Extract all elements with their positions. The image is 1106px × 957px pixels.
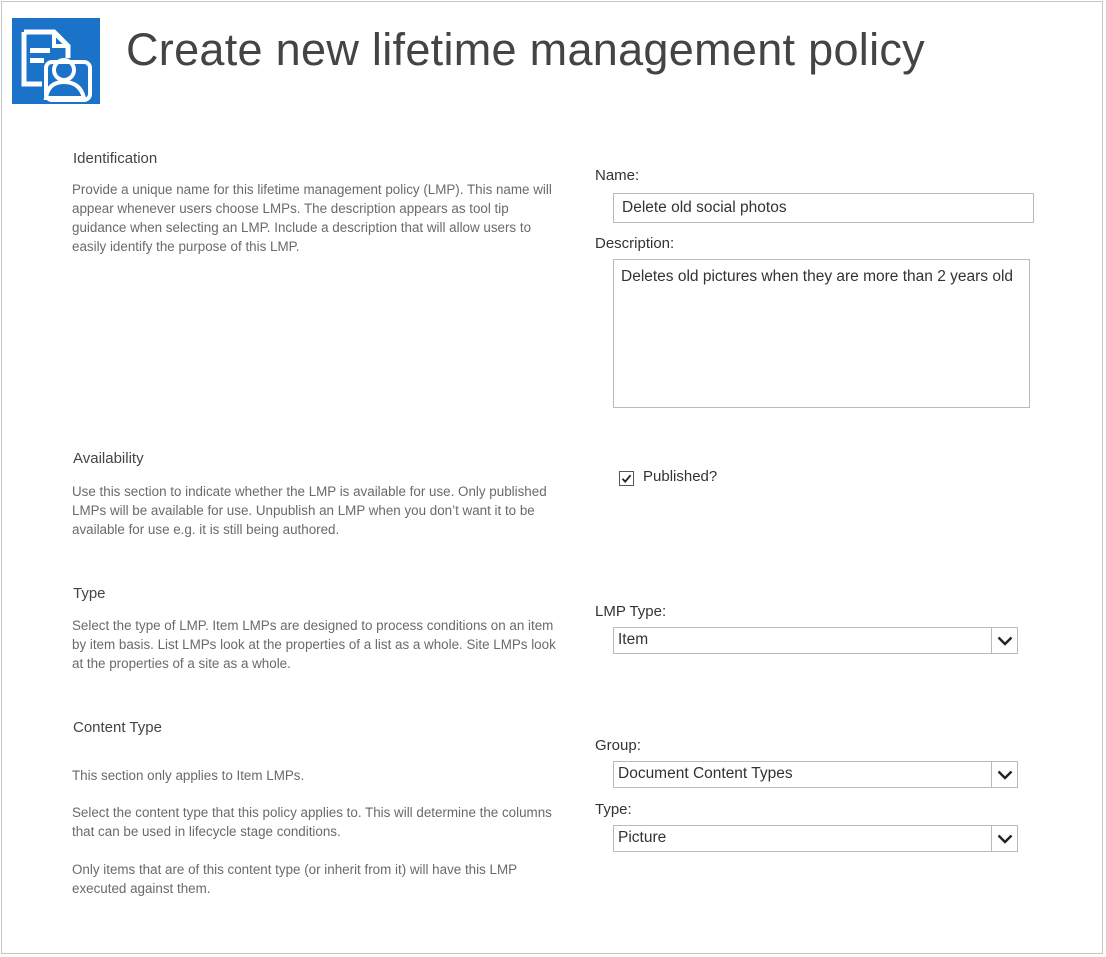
description-textarea[interactable]: Deletes old pictures when they are more … <box>613 259 1030 408</box>
content-type-section-title: Content Type <box>73 719 162 736</box>
group-select[interactable]: Document Content Types <box>613 761 1018 788</box>
page-title: Create new lifetime management policy <box>126 24 925 75</box>
description-label: Description: <box>595 235 675 252</box>
identification-section-title: Identification <box>73 150 158 167</box>
name-input[interactable]: Delete old social photos <box>613 193 1034 223</box>
content-type-desc-2: Select the content type that this policy… <box>72 805 552 839</box>
availability-section-title: Availability <box>73 450 144 467</box>
group-value: Document Content Types <box>618 765 793 782</box>
type-label: Type: <box>595 801 632 818</box>
chevron-down-icon[interactable] <box>991 628 1017 653</box>
chevron-down-icon[interactable] <box>991 762 1017 787</box>
content-type-desc-1: This section only applies to Item LMPs. <box>72 768 305 783</box>
type-description: Select the type of LMP. Item LMPs are de… <box>72 618 556 671</box>
checkmark-icon <box>621 474 632 483</box>
published-checkbox[interactable] <box>619 471 634 486</box>
policy-document-icon <box>12 18 100 104</box>
content-type-desc-3: Only items that are of this content type… <box>72 862 517 896</box>
lmp-type-value: Item <box>618 631 649 648</box>
lmp-type-label: LMP Type: <box>595 603 667 620</box>
name-label: Name: <box>595 167 640 184</box>
identification-description: Provide a unique name for this lifetime … <box>72 182 552 254</box>
type-section-title: Type <box>73 585 106 602</box>
type-value: Picture <box>618 829 667 846</box>
type-select[interactable]: Picture <box>613 825 1018 852</box>
lmp-type-select[interactable]: Item <box>613 627 1018 654</box>
chevron-down-icon[interactable] <box>991 826 1017 851</box>
group-label: Group: <box>595 737 641 754</box>
published-label[interactable]: Published? <box>643 468 717 485</box>
availability-description: Use this section to indicate whether the… <box>72 484 547 537</box>
